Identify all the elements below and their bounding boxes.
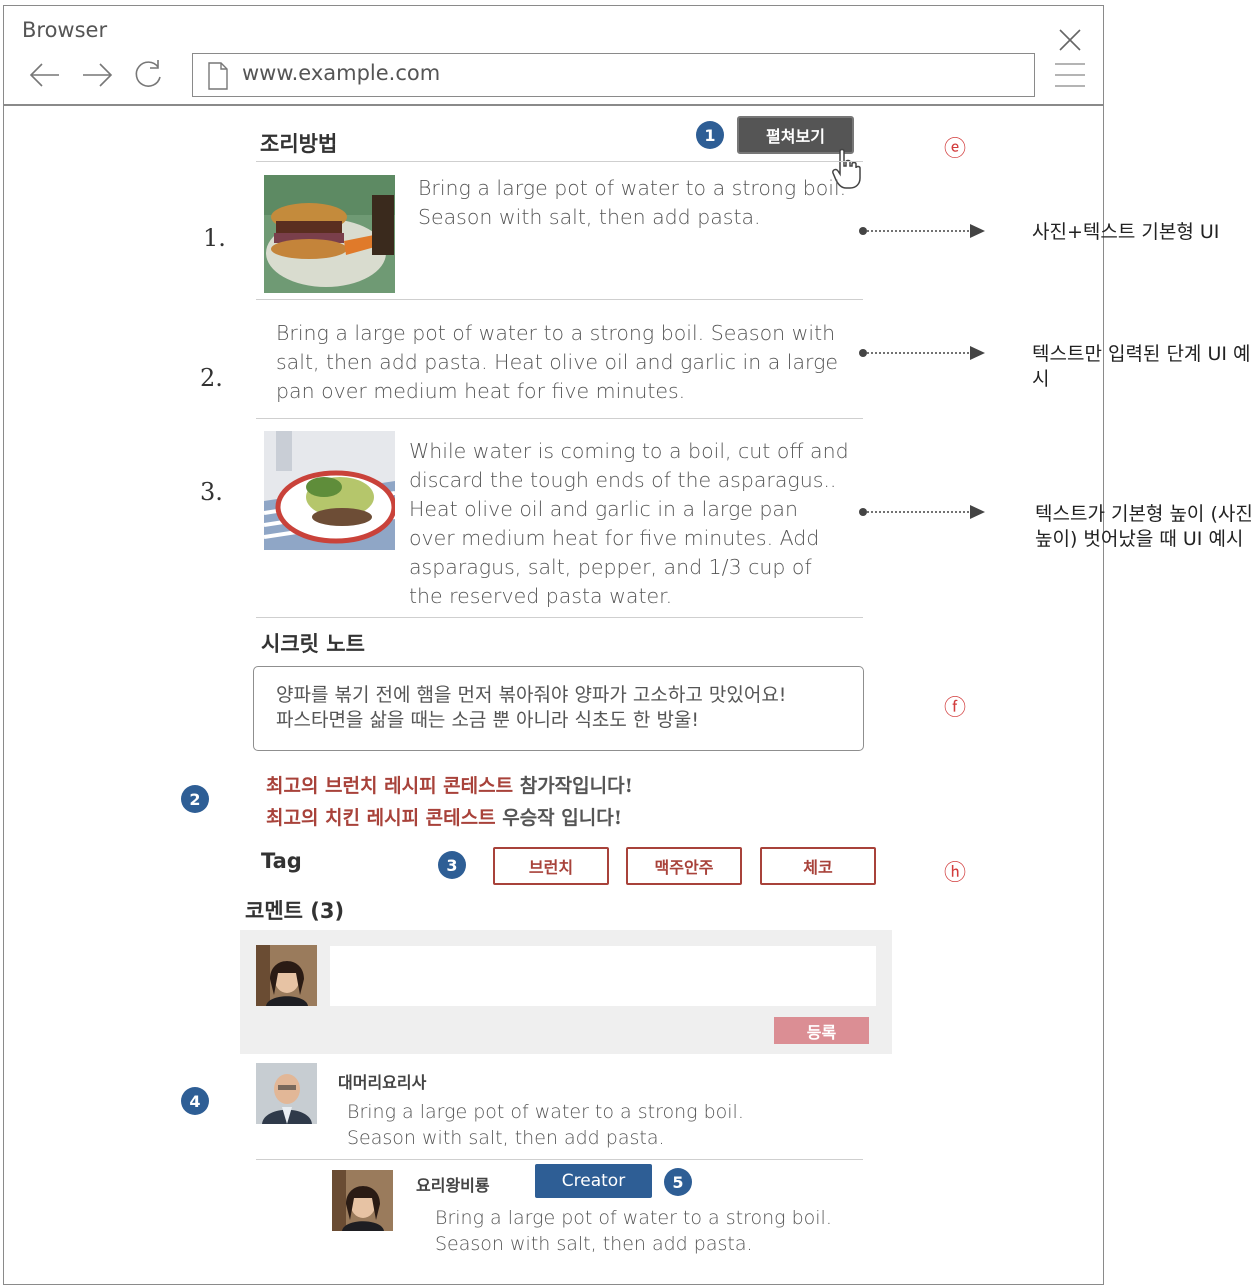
annotation-note-3: 텍스트가 기본형 높이 (사진 높이) 벗어났을 때 UI 예시	[1035, 503, 1253, 550]
contest-rest-1: 참가작입니다!	[513, 775, 633, 797]
refresh-icon[interactable]	[131, 58, 165, 92]
contest-line-2: 최고의 치킨 레시피 콘테스트 우승작 입니다!	[266, 803, 622, 830]
annotation-note-1: 사진+텍스트 기본형 UI	[1032, 221, 1220, 243]
url-text: www.example.com	[242, 61, 441, 85]
comments-title: 코멘트 (3)	[245, 899, 345, 923]
annotation-badge-1: 1	[696, 121, 724, 149]
recipe-section-title: 조리방법	[260, 132, 338, 156]
annotation-arrow-1	[859, 224, 985, 238]
annotation-badge-2: 2	[181, 785, 209, 813]
divider	[256, 617, 863, 618]
comment-1-text: Bring a large pot of water to a strong b…	[347, 1099, 744, 1151]
secret-note-line-2: 파스타면을 삶을 때는 소금 뿐 아니라 식초도 한 방울!	[276, 709, 700, 731]
menu-icon[interactable]	[1055, 62, 1085, 88]
contest-rest-2: 우승작 입니다!	[495, 807, 623, 829]
marker-f: ⓕ	[944, 696, 967, 721]
comment-2-username[interactable]: 요리왕비룡	[416, 1172, 490, 1196]
annotation-note-2: 텍스트만 입력된 단계 UI 예시	[1032, 343, 1251, 390]
creator-badge: Creator	[535, 1164, 652, 1198]
comment-submit-button[interactable]: 등록	[774, 1017, 869, 1044]
back-arrow-icon[interactable]	[28, 58, 62, 92]
header-divider	[3, 104, 1104, 106]
marker-e: ⓔ	[944, 137, 967, 162]
comment-1-line-1: Bring a large pot of water to a strong b…	[347, 1101, 744, 1123]
comment-1-line-2: Season with salt, then add pasta.	[347, 1127, 665, 1149]
tag-label: Tag	[261, 849, 302, 873]
close-icon[interactable]	[1058, 28, 1082, 52]
annotation-badge-3: 3	[438, 851, 466, 879]
comment-2-line-2: Season with salt, then add pasta.	[435, 1233, 753, 1255]
step-2-text: Bring a large pot of water to a strong b…	[276, 321, 839, 403]
divider	[256, 418, 863, 419]
page-icon	[208, 62, 228, 90]
comment-2-avatar	[332, 1170, 393, 1231]
tag-button-brunch[interactable]: 브런치	[493, 847, 609, 885]
annotation-badge-4: 4	[181, 1087, 209, 1115]
browser-title: Browser	[22, 18, 108, 42]
contest-line-1: 최고의 브런치 레시피 콘테스트 참가작입니다!	[266, 771, 633, 798]
comment-1-username[interactable]: 대머리요리사	[338, 1069, 426, 1093]
forward-arrow-icon[interactable]	[80, 58, 114, 92]
step-3-text: While water is coming to a boil, cut off…	[409, 439, 849, 608]
secret-note-box: 양파를 볶기 전에 햄을 먼저 볶아줘야 양파가 고소하고 맛있어요! 파스타면…	[253, 666, 864, 751]
divider	[256, 161, 863, 162]
step-3-photo	[264, 431, 395, 550]
secret-note-line-1: 양파를 볶기 전에 햄을 먼저 볶아줘야 양파가 고소하고 맛있어요!	[276, 684, 787, 706]
comment-1-avatar	[256, 1063, 317, 1124]
step-1-photo	[264, 175, 395, 293]
step-1-number: 1.	[203, 224, 226, 252]
comment-2-text: Bring a large pot of water to a strong b…	[435, 1205, 832, 1257]
divider	[256, 1159, 863, 1160]
contest-link-1[interactable]: 최고의 브런치 레시피 콘테스트	[266, 775, 513, 797]
comment-input[interactable]	[330, 946, 876, 1006]
annotation-badge-5: 5	[664, 1168, 692, 1196]
step-1-text: Bring a large pot of water to a strong b…	[418, 176, 847, 229]
step-2-number: 2.	[200, 364, 223, 392]
annotation-arrow-2	[859, 346, 985, 360]
contest-link-2[interactable]: 최고의 치킨 레시피 콘테스트	[266, 807, 496, 829]
marker-h: ⓗ	[944, 861, 967, 886]
current-user-avatar	[256, 945, 317, 1006]
divider	[256, 299, 863, 300]
tag-button-beer-snack[interactable]: 맥주안주	[626, 847, 742, 885]
tag-button-czech[interactable]: 체코	[760, 847, 876, 885]
step-3-number: 3.	[200, 478, 223, 506]
annotation-arrow-3	[859, 505, 985, 519]
comment-2-line-1: Bring a large pot of water to a strong b…	[435, 1207, 832, 1229]
secret-note-title: 시크릿 노트	[261, 632, 365, 656]
